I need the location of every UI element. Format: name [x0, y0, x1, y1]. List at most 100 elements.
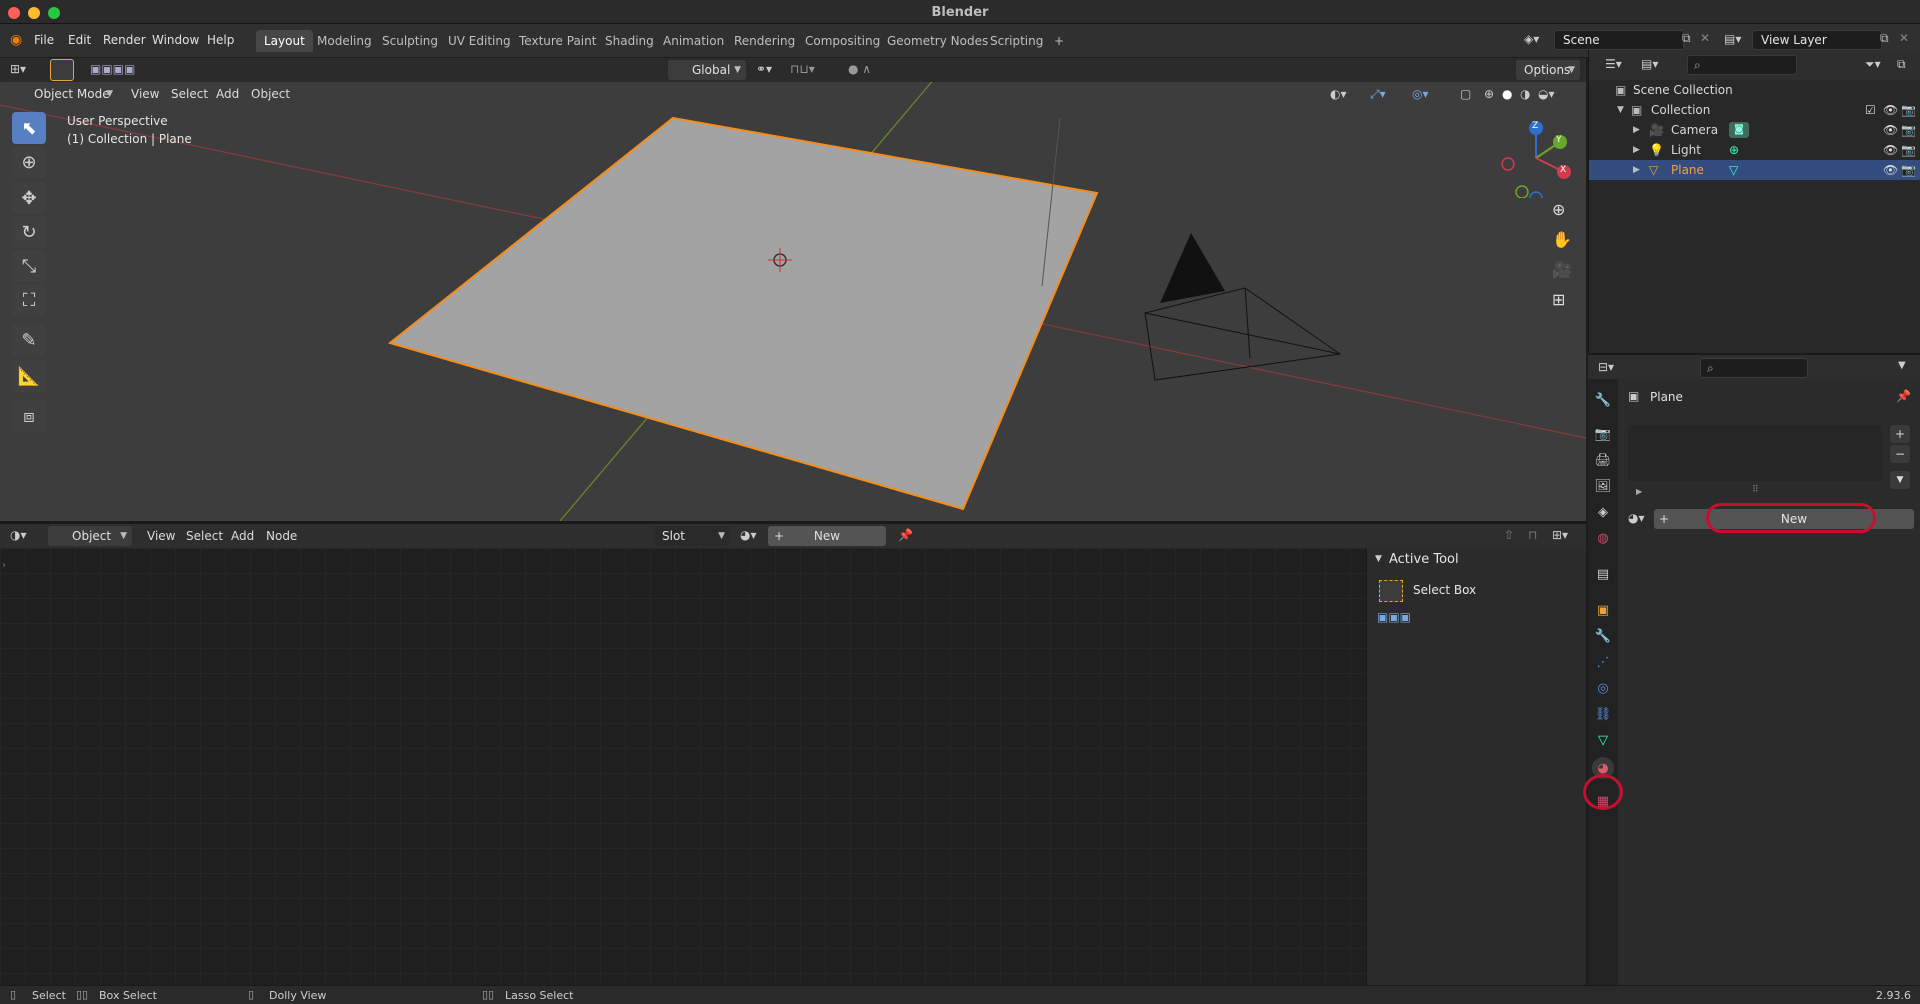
tab-shading[interactable]: Shading	[597, 30, 662, 52]
gizmo-toggle-icon[interactable]: ⤢▾	[1370, 87, 1386, 102]
tab-uv-editing[interactable]: UV Editing	[440, 30, 519, 52]
output-tab-icon[interactable]: 🖨	[1592, 449, 1614, 471]
expand-arrow-icon[interactable]: ▶	[1633, 140, 1640, 160]
selection-modes-icon[interactable]: ▣▣▣▣	[90, 62, 135, 76]
eye-icon[interactable]: 👁	[1883, 100, 1898, 120]
object-mode-dropdown[interactable]: Object Mode ▼	[10, 84, 118, 104]
editor-type-icon[interactable]: ⊞▾	[10, 62, 26, 76]
expand-arrow-icon[interactable]: ▶	[1633, 120, 1640, 140]
scale-tool-icon[interactable]: ⤡	[12, 250, 46, 282]
add-icon[interactable]: +	[1654, 509, 1674, 529]
tab-rendering[interactable]: Rendering	[726, 30, 803, 52]
visibility-icon[interactable]: ◐▾	[1330, 87, 1347, 101]
tab-layout[interactable]: Layout	[256, 30, 313, 52]
view-layer-tab-icon[interactable]: 🖼	[1592, 475, 1614, 497]
tab-modeling[interactable]: Modeling	[309, 30, 380, 52]
new-view-layer-icon[interactable]: ⧉	[1880, 31, 1889, 46]
render-camera-icon[interactable]: 📷	[1901, 160, 1916, 180]
view-layer-icon[interactable]: ▤▾	[1724, 32, 1741, 46]
properties-search-input[interactable]: ⌕	[1700, 358, 1808, 378]
cursor-tool-icon[interactable]: ⊕	[12, 146, 46, 178]
shader-type-dropdown[interactable]: Object ▼	[48, 526, 132, 546]
list-resize-handle-icon[interactable]: ⠿	[1752, 485, 1759, 495]
tab-geometry-nodes[interactable]: Geometry Nodes	[879, 30, 996, 52]
transform-orientation-dropdown[interactable]: Global ▼	[668, 60, 746, 80]
snap-node-icon[interactable]: ⊓	[1528, 528, 1537, 542]
eye-icon[interactable]: 👁	[1883, 160, 1898, 180]
menu-help[interactable]: Help	[207, 33, 234, 47]
outliner-row-plane[interactable]: ▶ ▽ Plane ▽ 👁 📷	[1589, 160, 1920, 180]
outliner-row-camera[interactable]: ▶ 🎥 Camera ◙ 👁 📷	[1589, 120, 1920, 140]
navigation-gizmo[interactable]: Z Y X	[1496, 118, 1576, 205]
modifier-tab-icon[interactable]: 🔧	[1592, 625, 1614, 647]
list-expand-icon[interactable]: ▶	[1636, 487, 1642, 496]
menu-window[interactable]: Window	[152, 33, 199, 47]
constraints-tab-icon[interactable]: ⛓	[1592, 703, 1614, 725]
3d-viewport[interactable]: ⊞▾ ▣▣▣▣ Global ▼ ⚭▾ ⊓⊔▾ ● ∧ Options ▼ Obje…	[0, 58, 1586, 521]
expand-arrow-icon[interactable]: ▶	[1633, 160, 1640, 180]
mesh-data-icon[interactable]: ▽	[1729, 160, 1738, 180]
select-box-tool-icon[interactable]: ⬉	[12, 112, 46, 144]
pivot-point-icon[interactable]: ⚭▾	[756, 62, 772, 76]
proportional-editing-icon[interactable]: ● ∧	[848, 62, 871, 76]
move-tool-icon[interactable]: ✥	[12, 182, 46, 214]
zoom-icon[interactable]: ⊕	[1552, 200, 1565, 219]
menu-file[interactable]: File	[34, 33, 54, 47]
slot-specials-button[interactable]: ▼	[1890, 471, 1910, 489]
render-camera-icon[interactable]: 📷	[1901, 120, 1916, 140]
node-editor-type-icon[interactable]: ◑▾	[10, 528, 27, 542]
pin-icon[interactable]: 📌	[1896, 389, 1911, 403]
xray-toggle-icon[interactable]: ▢	[1460, 87, 1471, 101]
new-collection-icon[interactable]: ⧉	[1897, 57, 1906, 72]
blender-logo-icon[interactable]: ◉	[10, 32, 22, 48]
tool-tab-icon[interactable]: 🔧	[1592, 389, 1614, 411]
scene-tab-icon[interactable]: ◈	[1592, 501, 1614, 523]
material-browse-icon[interactable]: ◕▾	[1628, 511, 1645, 525]
exclude-checkbox-icon[interactable]: ☑	[1865, 100, 1876, 120]
parent-node-tree-icon[interactable]: ⇧	[1504, 528, 1514, 542]
overlay-toggle-icon[interactable]: ◎▾	[1412, 87, 1429, 101]
object-tab-icon[interactable]: ▣	[1592, 599, 1614, 621]
material-browse-icon[interactable]: ◕▾	[740, 528, 757, 542]
render-tab-icon[interactable]: 📷	[1592, 423, 1614, 445]
outliner-editor-type-icon[interactable]: ☰▾	[1605, 57, 1622, 71]
view-layer-field[interactable]: View Layer	[1752, 30, 1882, 50]
outliner-row-collection[interactable]: ▼ ▣ Collection ☑ 👁 📷	[1589, 100, 1920, 120]
slot-dropdown[interactable]: Slot ▼	[654, 526, 730, 546]
tab-texture-paint[interactable]: Texture Paint	[511, 30, 604, 52]
outliner-search-input[interactable]: ⌕	[1687, 55, 1797, 75]
collection-tab-icon[interactable]: ▤	[1592, 563, 1614, 585]
pan-hand-icon[interactable]: ✋	[1552, 230, 1572, 249]
active-tool-panel-title[interactable]: Active Tool	[1389, 552, 1459, 567]
new-scene-icon[interactable]: ⧉	[1682, 31, 1691, 46]
transform-tool-icon[interactable]: ⛶	[12, 284, 46, 316]
wireframe-shading-icon[interactable]: ⊕	[1484, 87, 1494, 101]
remove-slot-button[interactable]: −	[1890, 445, 1910, 463]
measure-tool-icon[interactable]: 📐	[12, 360, 46, 392]
rendered-shading-icon[interactable]: ◒▾	[1538, 87, 1555, 101]
add-slot-button[interactable]: +	[1890, 425, 1910, 443]
tab-animation[interactable]: Animation	[655, 30, 732, 52]
snap-mode-icon[interactable]: ⊞▾	[1552, 528, 1568, 542]
annotate-tool-icon[interactable]: ✎	[12, 324, 46, 356]
outliner-row-scene-collection[interactable]: ▣ Scene Collection	[1589, 80, 1920, 100]
expand-arrow-icon[interactable]: ▼	[1617, 100, 1624, 120]
menu-edit[interactable]: Edit	[68, 33, 91, 47]
material-shading-icon[interactable]: ◑	[1520, 87, 1530, 101]
render-camera-icon[interactable]: 📷	[1901, 100, 1916, 120]
add-workspace-button[interactable]: +	[1046, 30, 1072, 52]
camera-data-icon[interactable]: ◙	[1729, 122, 1749, 138]
object-data-tab-icon[interactable]: ▽	[1592, 729, 1614, 751]
node-new-material-button[interactable]: + New	[768, 526, 886, 546]
viewport-menu-select[interactable]: Select	[171, 87, 208, 101]
tab-compositing[interactable]: Compositing	[797, 30, 888, 52]
camera-view-icon[interactable]: 🎥	[1552, 260, 1572, 279]
remove-view-layer-icon[interactable]: ✕	[1899, 31, 1909, 45]
properties-options-icon[interactable]: ▼	[1898, 360, 1906, 371]
node-menu-select[interactable]: Select	[186, 529, 223, 543]
options-dropdown[interactable]: Options ▼	[1516, 60, 1580, 80]
remove-scene-icon[interactable]: ✕	[1700, 31, 1710, 45]
filter-icon[interactable]: ⏷▾	[1865, 57, 1881, 72]
physics-tab-icon[interactable]: ◎	[1592, 677, 1614, 699]
light-data-icon[interactable]: ⊕	[1729, 140, 1739, 160]
